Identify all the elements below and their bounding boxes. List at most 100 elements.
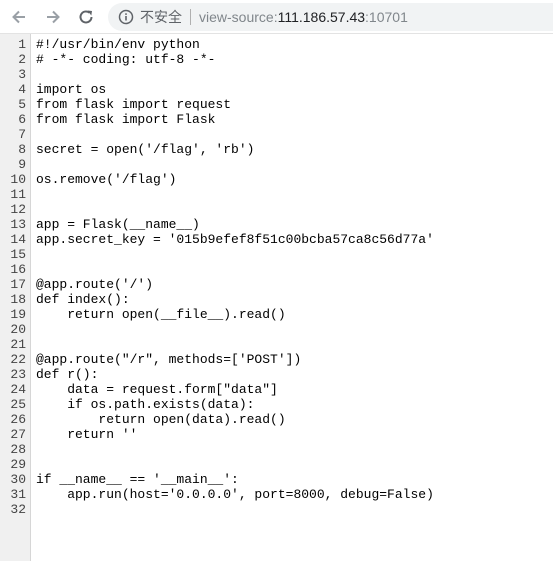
- back-button[interactable]: [8, 6, 30, 28]
- line-text: data = request.form["data"]: [36, 382, 278, 397]
- line-text: def r():: [36, 367, 99, 382]
- source-line: 4 import os: [0, 82, 553, 97]
- line-number: 25: [10, 397, 26, 412]
- line-text: @app.route("/r", methods=['POST']): [36, 352, 302, 367]
- line-text: return '': [36, 427, 138, 442]
- source-line: 17 @app.route('/'): [0, 277, 553, 292]
- line-number: 6: [18, 112, 26, 127]
- line-number: 20: [10, 322, 26, 337]
- source-line: 22 @app.route("/r", methods=['POST']): [0, 352, 553, 367]
- source-line: 25 if os.path.exists(data):: [0, 397, 553, 412]
- info-icon[interactable]: [118, 9, 134, 25]
- line-number: 5: [18, 97, 26, 112]
- source-line: 28: [0, 442, 553, 457]
- line-number: 16: [10, 262, 26, 277]
- line-text: os.remove('/flag'): [36, 172, 177, 187]
- line-text: app = Flask(__name__): [36, 217, 200, 232]
- source-line: 14 app.secret_key = '015b9efef8f51c00bcba…: [0, 232, 553, 247]
- line-number: 29: [10, 457, 26, 472]
- source-line: 20: [0, 322, 553, 337]
- source-line: 11: [0, 187, 553, 202]
- source-line: 29: [0, 457, 553, 472]
- url-scheme: view-source:: [199, 9, 278, 25]
- line-number: 11: [10, 187, 26, 202]
- source-line: 9: [0, 157, 553, 172]
- source-line: 19 return open(__file__).read(): [0, 307, 553, 322]
- line-number: 17: [10, 277, 26, 292]
- line-text: # -*- coding: utf-8 -*-: [36, 52, 216, 67]
- line-number: 15: [10, 247, 26, 262]
- line-number: 8: [18, 142, 26, 157]
- line-number: 10: [10, 172, 26, 187]
- line-text: import os: [36, 82, 107, 97]
- line-number: 7: [18, 127, 26, 142]
- source-line: 1 #!/usr/bin/env python: [0, 37, 553, 52]
- source-line: 24 data = request.form["data"]: [0, 382, 553, 397]
- source-line: 8 secret = open('/flag', 'rb'): [0, 142, 553, 157]
- source-line: 21: [0, 337, 553, 352]
- url-port: :10701: [365, 9, 408, 25]
- reload-button[interactable]: [75, 6, 97, 28]
- source-line: 26 return open(data).read(): [0, 412, 553, 427]
- source-line: 16: [0, 262, 553, 277]
- line-number: 3: [18, 67, 26, 82]
- url-text[interactable]: view-source:111.186.57.43:10701: [199, 9, 408, 25]
- line-number: 30: [10, 472, 26, 487]
- line-number: 4: [18, 82, 26, 97]
- source-line: 13 app = Flask(__name__): [0, 217, 553, 232]
- insecure-label[interactable]: 不安全: [140, 7, 182, 27]
- source-line: 6 from flask import Flask: [0, 112, 553, 127]
- address-bar[interactable]: 不安全 view-source:111.186.57.43:10701: [108, 3, 553, 31]
- source-line: 10 os.remove('/flag'): [0, 172, 553, 187]
- line-number: 12: [10, 202, 26, 217]
- line-text: return open(data).read(): [36, 412, 286, 427]
- line-text: secret = open('/flag', 'rb'): [36, 142, 255, 157]
- forward-arrow-icon: [47, 10, 60, 24]
- source-line: 12: [0, 202, 553, 217]
- source-line: 3: [0, 67, 553, 82]
- line-number: 9: [18, 157, 26, 172]
- line-number: 23: [10, 367, 26, 382]
- line-number: 2: [18, 52, 26, 67]
- line-number: 31: [10, 487, 26, 502]
- forward-button[interactable]: [42, 6, 64, 28]
- source-line: 32: [0, 502, 553, 517]
- source-line: 2 # -*- coding: utf-8 -*-: [0, 52, 553, 67]
- source-line: 27 return '': [0, 427, 553, 442]
- browser-toolbar: 不安全 view-source:111.186.57.43:10701: [0, 0, 553, 34]
- url-host: 111.186.57.43: [277, 9, 366, 25]
- source-line: 23 def r():: [0, 367, 553, 382]
- source-line: 5 from flask import request: [0, 97, 553, 112]
- line-text: return open(__file__).read(): [36, 307, 286, 322]
- line-number: 19: [10, 307, 26, 322]
- line-text: app.secret_key = '015b9efef8f51c00bcba57…: [36, 232, 434, 247]
- line-text: from flask import Flask: [36, 112, 216, 127]
- line-text: @app.route('/'): [36, 277, 154, 292]
- line-text: def index():: [36, 292, 130, 307]
- line-number: 24: [10, 382, 26, 397]
- line-text: if os.path.exists(data):: [36, 397, 255, 412]
- reload-icon: [79, 10, 93, 24]
- line-number: 26: [10, 412, 26, 427]
- line-text: #!/usr/bin/env python: [36, 37, 200, 52]
- source-line: 18 def index():: [0, 292, 553, 307]
- line-text: app.run(host='0.0.0.0', port=8000, debug…: [36, 487, 434, 502]
- line-number: 32: [10, 502, 26, 517]
- line-text: if __name__ == '__main__':: [36, 472, 239, 487]
- back-arrow-icon: [12, 10, 25, 24]
- address-divider: [190, 9, 191, 25]
- line-number: 14: [10, 232, 26, 247]
- line-number: 18: [10, 292, 26, 307]
- line-number: 27: [10, 427, 26, 442]
- line-number: 21: [10, 337, 26, 352]
- source-line: 31 app.run(host='0.0.0.0', port=8000, de…: [0, 487, 553, 502]
- line-number: 1: [18, 37, 26, 52]
- line-number: 28: [10, 442, 26, 457]
- line-text: from flask import request: [36, 97, 232, 112]
- line-number: 13: [10, 217, 26, 232]
- source-line: 30 if __name__ == '__main__':: [0, 472, 553, 487]
- source-line: 15: [0, 247, 553, 262]
- source-code-view: 1 #!/usr/bin/env python 2 # -*- coding: utf…: [0, 37, 553, 517]
- line-number: 22: [10, 352, 26, 367]
- source-line: 7: [0, 127, 553, 142]
